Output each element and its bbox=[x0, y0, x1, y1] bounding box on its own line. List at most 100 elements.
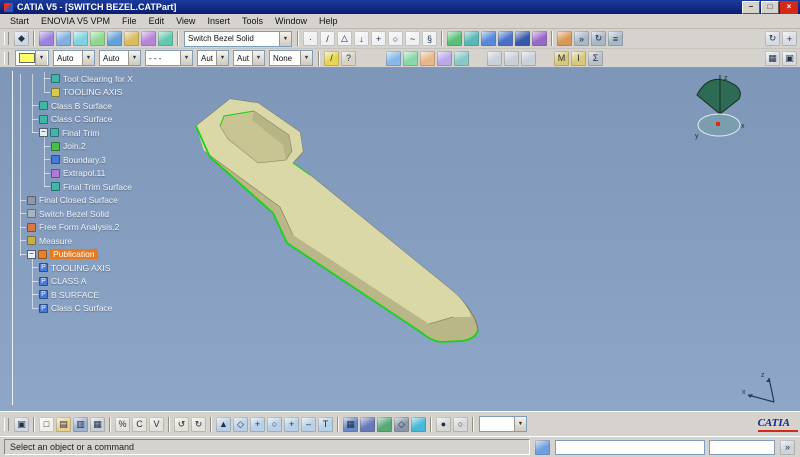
trim-icon[interactable] bbox=[498, 31, 513, 46]
tree-item-b-surface[interactable]: PB SURFACE bbox=[2, 288, 133, 302]
save-icon[interactable]: ▥ bbox=[73, 416, 88, 432]
symmetry-icon[interactable]: ≡ bbox=[608, 31, 623, 46]
3d-viewport[interactable]: z x y x z Tool Clearing for X TOOLING AXI… bbox=[0, 68, 800, 411]
blend-surface-icon[interactable] bbox=[158, 31, 173, 46]
cut-icon[interactable]: % bbox=[115, 416, 130, 432]
axis-system-icon[interactable]: + bbox=[782, 31, 797, 46]
curvature-analysis-icon[interactable] bbox=[403, 50, 418, 66]
porcupine-analysis-icon[interactable] bbox=[454, 50, 469, 66]
shading-with-edges-icon[interactable] bbox=[377, 416, 392, 432]
extrude-surface-icon[interactable] bbox=[39, 31, 54, 46]
pan-icon[interactable]: + bbox=[250, 416, 265, 432]
tree-item-tool-clearing-for-x[interactable]: Tool Clearing for X bbox=[2, 72, 133, 86]
3d-compass[interactable]: z x y bbox=[695, 75, 745, 140]
split-icon[interactable] bbox=[481, 31, 496, 46]
point-symbol-combo[interactable]: Aut ▼ bbox=[197, 50, 229, 66]
zoom-out-icon[interactable]: – bbox=[301, 416, 316, 432]
tree-item-extrapol-11[interactable]: Extrapol.11 bbox=[2, 167, 133, 181]
swap-visible-space-icon[interactable]: ○ bbox=[453, 416, 468, 432]
tree-item-measure[interactable]: Measure bbox=[2, 234, 133, 248]
dropdown-arrow-icon[interactable]: ▼ bbox=[35, 51, 47, 65]
shading-icon[interactable] bbox=[360, 416, 375, 432]
layer-combo[interactable]: None ▼ bbox=[269, 50, 313, 66]
menu-item-insert[interactable]: Insert bbox=[201, 16, 236, 26]
menu-item-tools[interactable]: Tools bbox=[236, 16, 269, 26]
switch-bezel-model[interactable] bbox=[195, 98, 479, 343]
sphere-surface-icon[interactable] bbox=[73, 31, 88, 46]
hide-show-icon[interactable]: ● bbox=[436, 416, 451, 432]
dialog-field[interactable] bbox=[555, 439, 705, 455]
line-type-combo[interactable]: - - - ▼ bbox=[145, 50, 193, 66]
tree-item-class-b-surface[interactable]: Class B Surface bbox=[2, 99, 133, 113]
intersection-icon[interactable]: + bbox=[371, 31, 386, 46]
menu-item-view[interactable]: View bbox=[170, 16, 201, 26]
isophote-icon[interactable] bbox=[487, 50, 502, 66]
undo-icon[interactable]: ↺ bbox=[174, 416, 189, 432]
spline-icon[interactable]: ~ bbox=[405, 31, 420, 46]
power-input-field[interactable] bbox=[709, 439, 775, 455]
fit-all-in-icon[interactable]: ◇ bbox=[233, 416, 248, 432]
tree-item-join-2[interactable]: Join.2 bbox=[2, 140, 133, 154]
dropdown-arrow-icon[interactable]: ▼ bbox=[128, 51, 140, 65]
extract-icon[interactable] bbox=[532, 31, 547, 46]
render-style-combo[interactable]: Aut ▼ bbox=[233, 50, 265, 66]
knowledge-icon[interactable] bbox=[535, 439, 550, 455]
tree-item-final-closed-surface[interactable]: Final Closed Surface bbox=[2, 194, 133, 208]
command-combo[interactable]: ▼ bbox=[479, 416, 527, 432]
boundary-icon[interactable] bbox=[515, 31, 530, 46]
join-icon[interactable] bbox=[447, 31, 462, 46]
expand-status-icon[interactable]: » bbox=[780, 439, 795, 455]
measure-item-icon[interactable]: I bbox=[571, 50, 586, 66]
point-icon[interactable]: · bbox=[303, 31, 318, 46]
sweep-surface-icon[interactable] bbox=[107, 31, 122, 46]
redo-icon[interactable]: ↻ bbox=[191, 416, 206, 432]
dropdown-arrow-icon[interactable]: ▼ bbox=[514, 417, 526, 431]
close-button[interactable]: × bbox=[780, 0, 798, 14]
plane-icon[interactable]: △ bbox=[337, 31, 352, 46]
measure-between-icon[interactable]: M bbox=[554, 50, 569, 66]
snap-to-point-icon[interactable]: ▣ bbox=[782, 50, 797, 66]
tree-item-class-a[interactable]: P CLASS A bbox=[2, 275, 133, 289]
shape-fillet-icon[interactable] bbox=[557, 31, 572, 46]
revolution-surface-icon[interactable] bbox=[56, 31, 71, 46]
maximize-button[interactable]: □ bbox=[761, 0, 779, 14]
dropdown-arrow-icon[interactable]: ▼ bbox=[279, 31, 291, 46]
tree-item-free-form-analysis-2[interactable]: Free Form Analysis.2 bbox=[2, 221, 133, 235]
circle-icon[interactable]: ○ bbox=[388, 31, 403, 46]
dropdown-arrow-icon[interactable]: ▼ bbox=[82, 51, 94, 65]
grid-icon[interactable]: ▦ bbox=[765, 50, 780, 66]
dropdown-arrow-icon[interactable]: ▼ bbox=[252, 51, 264, 65]
painter-icon[interactable]: / bbox=[324, 50, 339, 66]
minimize-button[interactable]: – bbox=[742, 0, 760, 14]
zoom-in-icon[interactable]: + bbox=[284, 416, 299, 432]
tree-item-final-trim-surface[interactable]: Final Trim Surface bbox=[2, 180, 133, 194]
multi-view-icon[interactable]: ▦ bbox=[343, 416, 358, 432]
distance-analysis-icon[interactable] bbox=[386, 50, 401, 66]
tree-item-tooling-axis[interactable]: TOOLING AXIS bbox=[2, 86, 133, 100]
graphic-color-combo[interactable]: ▼ bbox=[15, 50, 49, 66]
opacity-combo[interactable]: Auto ▼ bbox=[53, 50, 95, 66]
menu-item-edit[interactable]: Edit bbox=[143, 16, 171, 26]
wireframe-icon[interactable]: ◇ bbox=[394, 416, 409, 432]
tree-expander[interactable]: − bbox=[39, 128, 48, 138]
line-icon[interactable]: / bbox=[320, 31, 335, 46]
helix-icon[interactable]: § bbox=[422, 31, 437, 46]
tree-item-class-c-surface[interactable]: Class C Surface bbox=[2, 113, 133, 127]
draft-analysis-icon[interactable] bbox=[420, 50, 435, 66]
dropdown-arrow-icon[interactable]: ▼ bbox=[300, 51, 312, 65]
rotate-view-icon[interactable]: ○ bbox=[267, 416, 282, 432]
mass-properties-icon[interactable]: Σ bbox=[588, 50, 603, 66]
multi-section-surface-icon[interactable] bbox=[141, 31, 156, 46]
rotate-transform-icon[interactable]: ↻ bbox=[591, 31, 606, 46]
update-icon[interactable]: ↻ bbox=[765, 31, 780, 46]
dropdown-arrow-icon[interactable]: ▼ bbox=[216, 51, 228, 65]
healing-icon[interactable] bbox=[464, 31, 479, 46]
tree-item-class-c-surface[interactable]: P Class C Surface bbox=[2, 302, 133, 316]
surfacic-curvature-icon[interactable] bbox=[437, 50, 452, 66]
workbench-icon[interactable]: ◆ bbox=[14, 31, 29, 46]
menu-item-window[interactable]: Window bbox=[269, 16, 313, 26]
custom-view-mode-icon[interactable] bbox=[411, 416, 426, 432]
current-solid-combo[interactable]: Switch Bezel Solid ▼ bbox=[184, 30, 292, 47]
tree-item-tooling-axis[interactable]: P TOOLING AXIS bbox=[2, 261, 133, 275]
open-file-icon[interactable]: ▤ bbox=[56, 416, 71, 432]
